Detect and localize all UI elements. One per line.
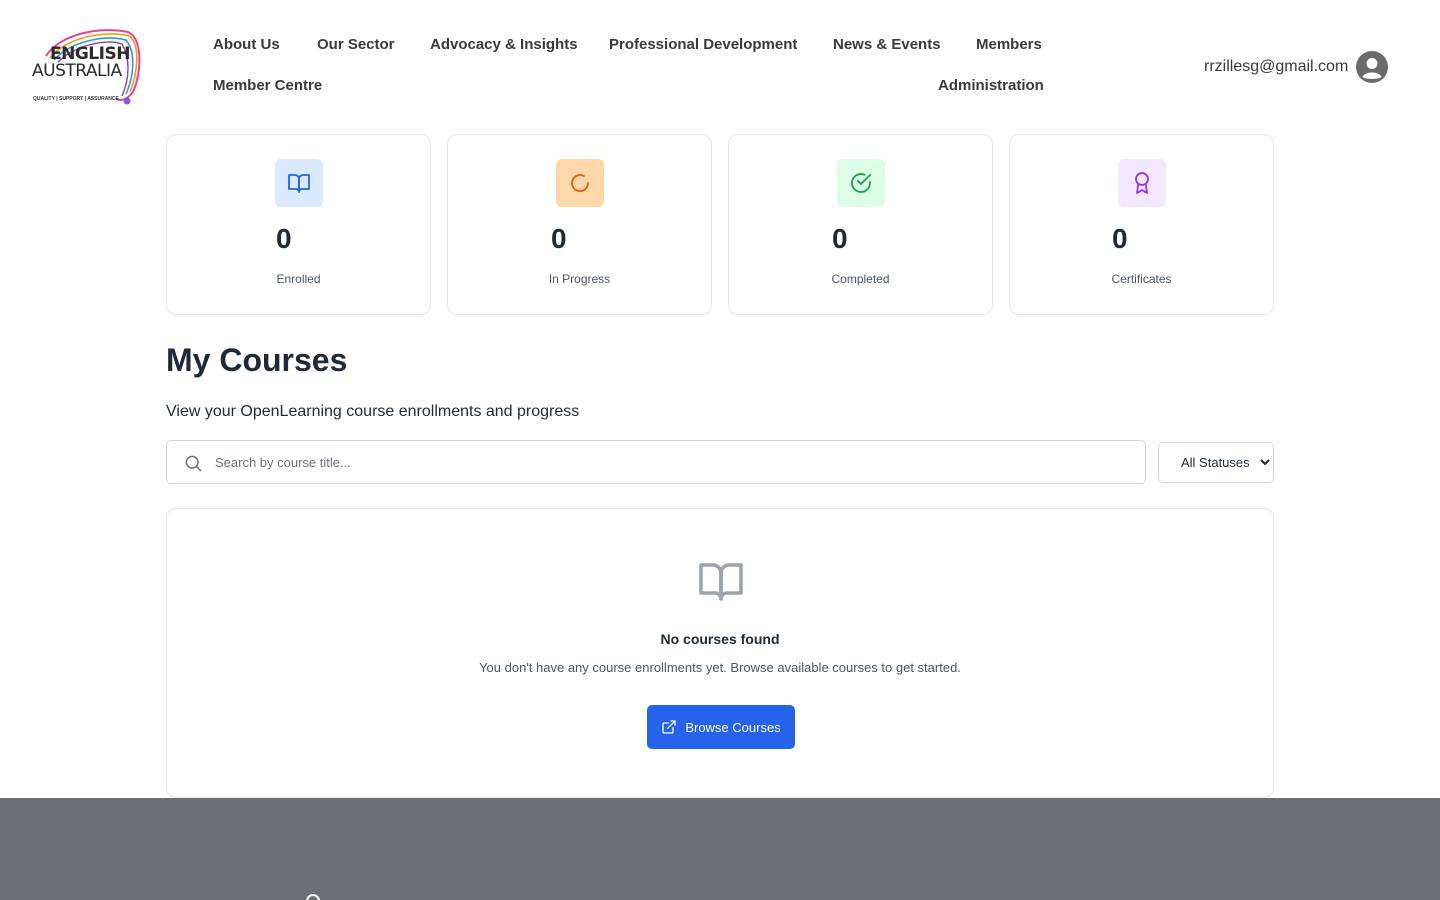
nav-advocacy-insights[interactable]: Advocacy & Insights [430,36,578,53]
search-icon [185,455,202,472]
external-link-icon [662,720,676,734]
check-circle-icon [837,159,885,207]
stat-card-enrolled: 0 Enrolled [166,134,431,315]
nav-about-us[interactable]: About Us [213,36,280,53]
user-menu[interactable]: rrzillesg@gmail.com [1204,51,1389,83]
nav-members[interactable]: Members [976,36,1042,53]
stat-card-completed: 0 Completed [728,134,993,315]
book-open-icon [699,563,743,601]
footer-icon [306,894,320,900]
search-input[interactable] [215,441,1115,483]
logo-line-2: AUSTRALIA [32,61,122,81]
browse-courses-button[interactable]: Browse Courses [647,705,795,749]
award-icon [1118,159,1166,207]
stat-label: Enrolled [276,272,321,286]
stat-value: 0 [551,223,567,254]
stat-value: 0 [1112,223,1128,254]
loader-icon [556,159,604,207]
nav-member-centre[interactable]: Member Centre [213,77,322,94]
stat-card-certificates: 0 Certificates [1009,134,1274,315]
browse-courses-label: Browse Courses [685,719,781,735]
page-subtitle: View your OpenLearning course enrollment… [166,403,580,420]
empty-state-title: No courses found [660,631,780,647]
nav-news-events[interactable]: News & Events [833,36,941,53]
user-email[interactable]: rrzillesg@gmail.com [1204,58,1348,76]
stat-value: 0 [276,223,292,254]
site-footer [0,798,1440,900]
page-title: My Courses [166,342,348,378]
logo-tagline: QUALITY | SUPPORT | ASSURANCE [33,96,119,102]
stat-label: In Progress [548,272,611,286]
english-australia-logo[interactable]: ENGLISH AUSTRALIA QUALITY | SUPPORT | AS… [30,28,144,106]
nav-administration[interactable]: Administration [938,77,1044,94]
search-box[interactable] [166,440,1146,484]
nav-professional-development[interactable]: Professional Development [609,36,797,53]
stat-card-in-progress: 0 In Progress [447,134,712,315]
stat-label: Completed [831,272,890,286]
nav-our-sector[interactable]: Our Sector [317,36,395,53]
empty-state-text: You don't have any course enrollments ye… [479,660,961,675]
status-filter-select[interactable]: All Statuses [1158,442,1274,483]
site-header: ENGLISH AUSTRALIA QUALITY | SUPPORT | AS… [0,0,1440,120]
stat-label: Certificates [1111,272,1172,286]
stat-value: 0 [832,223,848,254]
courses-empty-state: No courses found You don't have any cour… [166,508,1274,798]
user-circle-icon[interactable] [1356,51,1389,83]
book-open-icon [275,159,323,207]
